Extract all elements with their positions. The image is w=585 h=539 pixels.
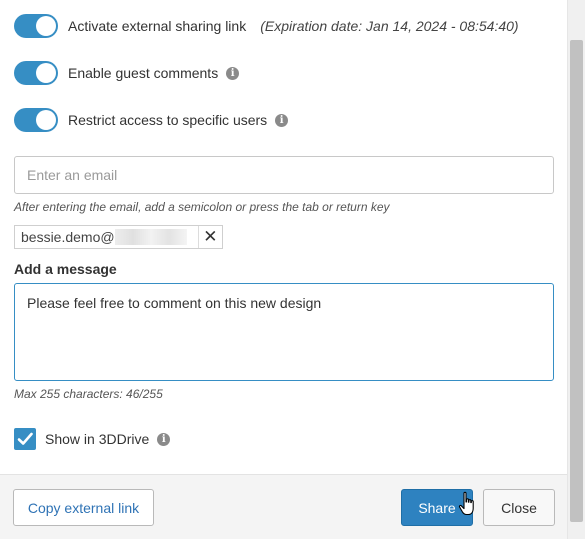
restrict-access-row: Restrict access to specific users i	[14, 108, 289, 132]
hand-pointer-cursor-icon	[458, 491, 474, 516]
external-link-row: Activate external sharing link (Expirati…	[14, 14, 519, 38]
scrollbar-thumb[interactable]	[570, 40, 583, 522]
show-in-3ddrive-label: Show in 3DDrive	[45, 431, 150, 447]
vertical-scrollbar[interactable]	[567, 0, 585, 539]
show-in-3ddrive-checkbox[interactable]	[14, 428, 36, 450]
guest-comments-toggle[interactable]	[14, 61, 58, 85]
message-textarea[interactable]	[14, 283, 554, 381]
email-chip-label: bessie.demo@	[15, 229, 198, 245]
dialog-footer: Copy external link Share Close	[0, 474, 567, 539]
info-icon[interactable]: i	[157, 432, 171, 446]
message-label: Add a message	[14, 261, 117, 277]
close-button[interactable]: Close	[483, 489, 555, 526]
expiration-date: (Expiration date: Jan 14, 2024 - 08:54:4…	[260, 18, 519, 34]
email-chip: bessie.demo@ ✕	[14, 225, 223, 249]
email-input[interactable]	[14, 156, 554, 194]
restrict-access-toggle[interactable]	[14, 108, 58, 132]
external-link-label: Activate external sharing link	[68, 18, 247, 34]
email-hint: After entering the email, add a semicolo…	[14, 200, 390, 214]
character-counter: Max 255 characters: 46/255	[14, 387, 163, 401]
info-icon[interactable]: i	[275, 113, 289, 127]
restrict-access-label: Restrict access to specific users	[68, 112, 268, 128]
copy-external-link-button[interactable]: Copy external link	[13, 489, 154, 526]
info-icon[interactable]: i	[226, 66, 240, 80]
show-in-3ddrive-row: Show in 3DDrive i	[14, 427, 171, 451]
checkmark-icon	[17, 432, 33, 445]
external-link-toggle[interactable]	[14, 14, 58, 38]
guest-comments-row: Enable guest comments i	[14, 61, 240, 85]
share-dialog: Activate external sharing link (Expirati…	[0, 0, 567, 539]
redacted-email-domain	[114, 229, 187, 245]
guest-comments-label: Enable guest comments	[68, 65, 219, 81]
close-icon[interactable]: ✕	[197, 226, 222, 248]
